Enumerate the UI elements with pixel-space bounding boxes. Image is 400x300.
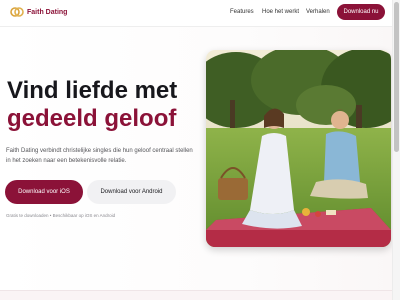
- rings-icon: [10, 6, 24, 18]
- download-ios-button[interactable]: Download voor iOS: [5, 180, 83, 204]
- scrollbar-thumb[interactable]: [394, 2, 399, 152]
- page-scrollbar[interactable]: [392, 0, 400, 300]
- hero-description: Faith Dating verbindt christelijke singl…: [6, 148, 193, 164]
- hero-title-line2: gedeeld geloof: [7, 105, 177, 132]
- download-now-button[interactable]: Download nu: [337, 4, 385, 20]
- nav-link-features[interactable]: Features: [230, 9, 254, 15]
- brand[interactable]: Faith Dating: [10, 6, 67, 18]
- hero-title: Vind liefde met gedeeld geloof: [7, 77, 177, 133]
- hero-title-line1: Vind liefde met: [7, 77, 178, 104]
- nav-link-how-it-works[interactable]: Hoe het werkt: [262, 9, 299, 15]
- top-navigation: Faith Dating Features Hoe het werkt Verh…: [0, 0, 400, 27]
- nav-link-stories[interactable]: Verhalen: [306, 9, 330, 15]
- next-section-edge: [0, 290, 392, 300]
- availability-note: Gratis te downloaden • Beschikbaar op iO…: [6, 213, 116, 218]
- download-android-button[interactable]: Download voor Android: [87, 180, 176, 204]
- brand-name: Faith Dating: [27, 8, 68, 16]
- hero-photo-couple-picnic: [206, 50, 391, 247]
